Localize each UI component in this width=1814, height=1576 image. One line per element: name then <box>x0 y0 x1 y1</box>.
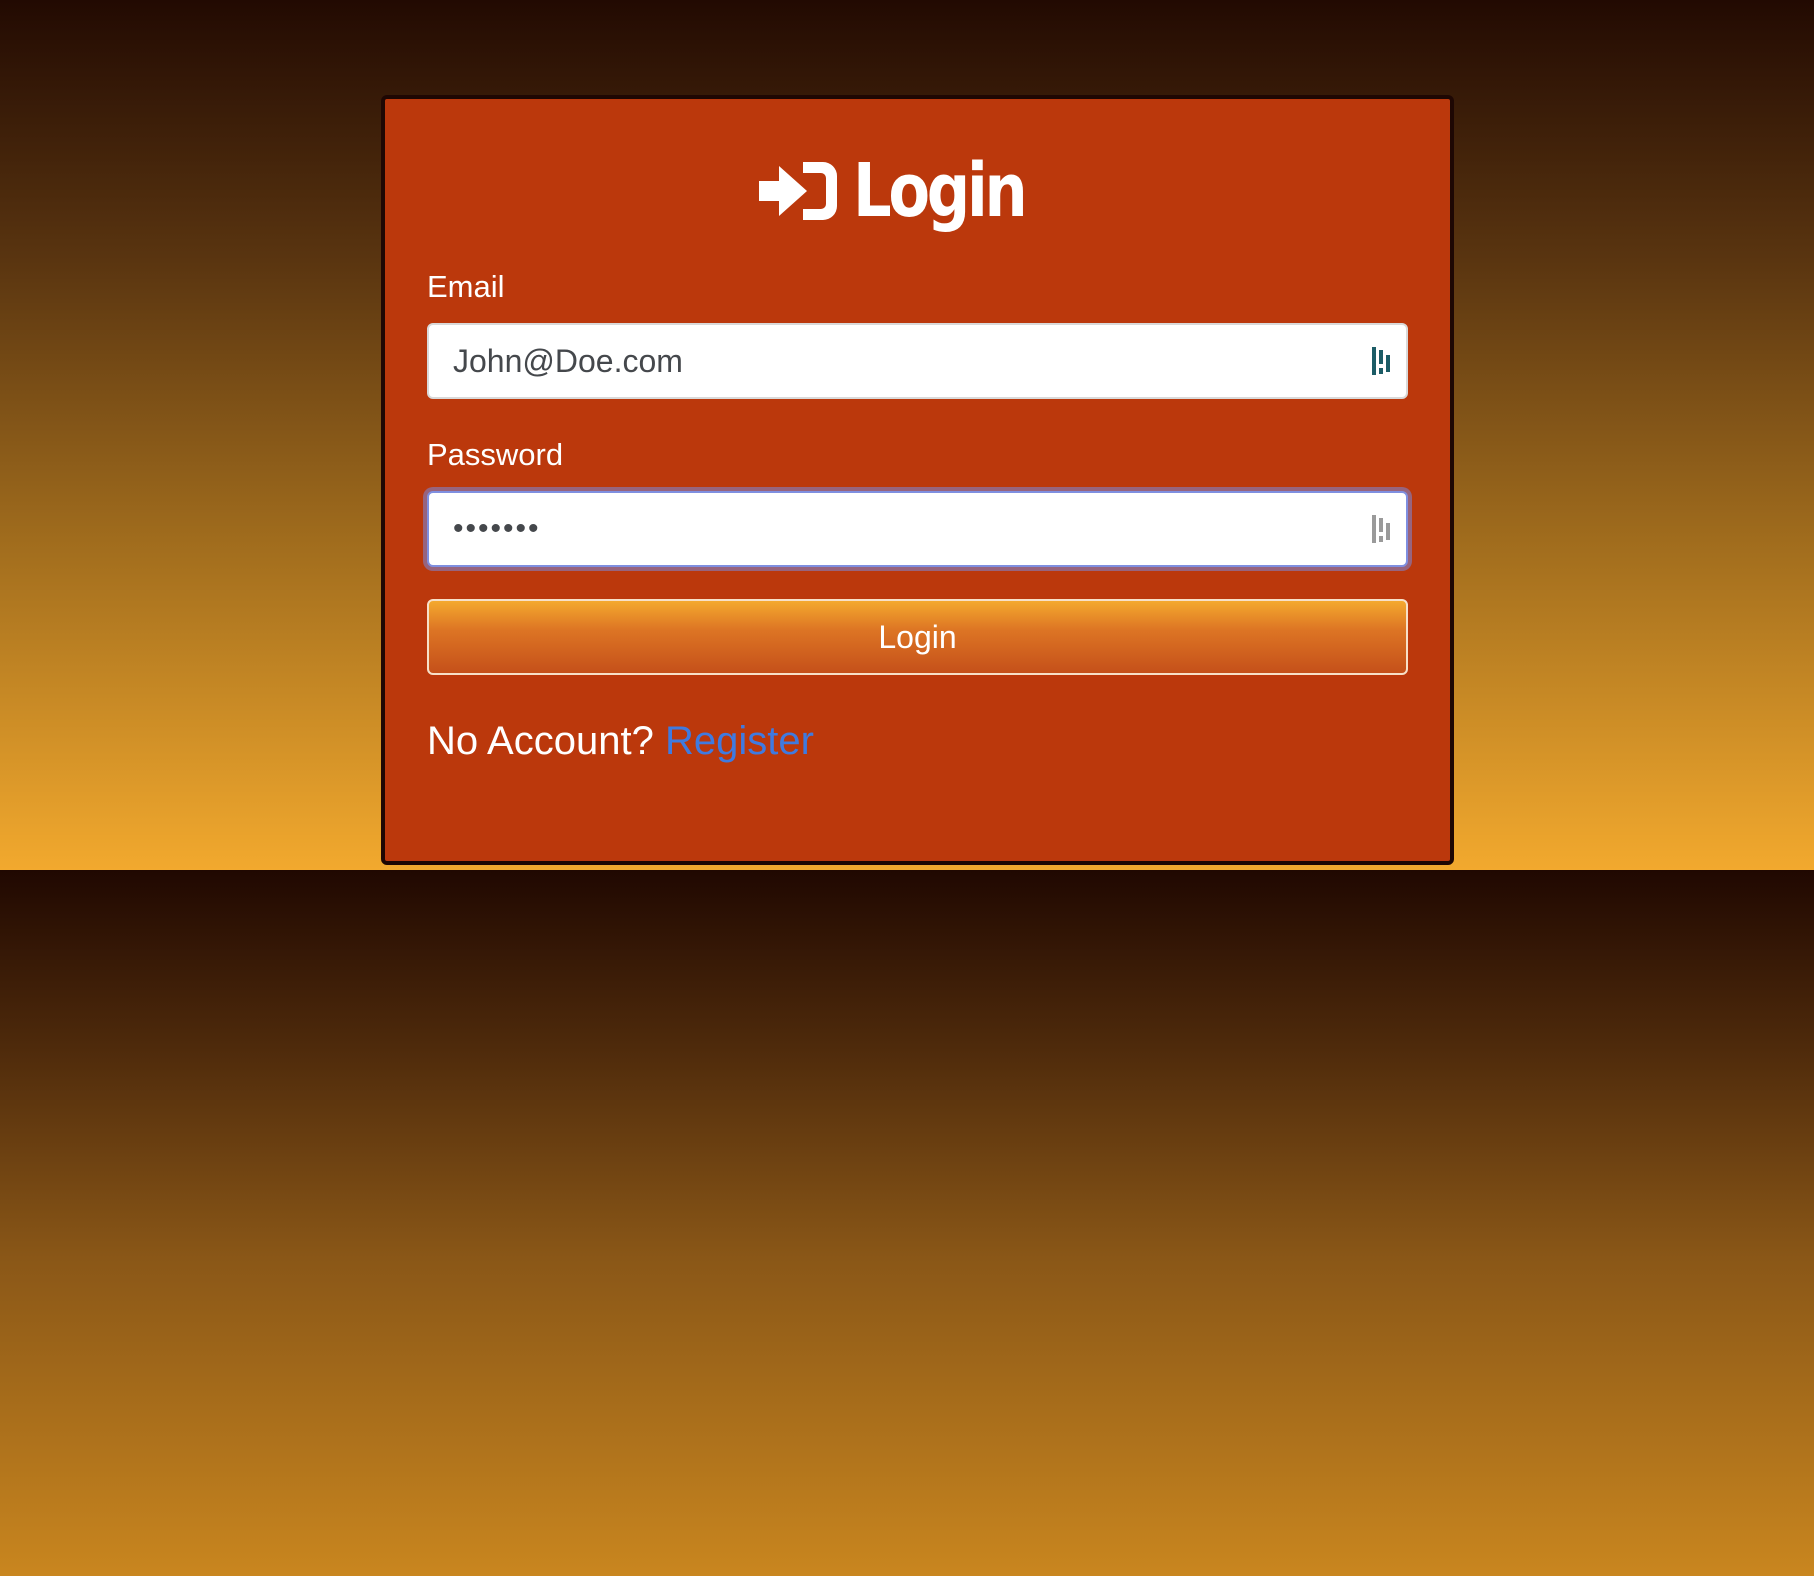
register-prompt: No Account? Register <box>427 719 1408 764</box>
register-link[interactable]: Register <box>665 719 814 763</box>
card-header: Login <box>427 151 1408 231</box>
password-label: Password <box>427 437 564 472</box>
login-card: Login Email John@Doe.com Password ••••••… <box>381 95 1454 865</box>
no-account-text: No Account? <box>427 719 654 763</box>
email-value[interactable]: John@Doe.com <box>453 343 683 380</box>
password-manager-icon[interactable] <box>1370 514 1394 544</box>
page-title: Login <box>853 148 1028 234</box>
password-field[interactable]: ••••••• <box>427 491 1408 567</box>
password-value[interactable]: ••••••• <box>453 512 541 546</box>
login-button[interactable]: Login <box>427 599 1408 675</box>
background-gradient-bottom <box>0 870 1814 1576</box>
sign-in-icon <box>759 162 837 220</box>
password-manager-icon[interactable] <box>1370 346 1394 376</box>
email-field[interactable]: John@Doe.com <box>427 323 1408 399</box>
email-label: Email <box>427 269 505 304</box>
